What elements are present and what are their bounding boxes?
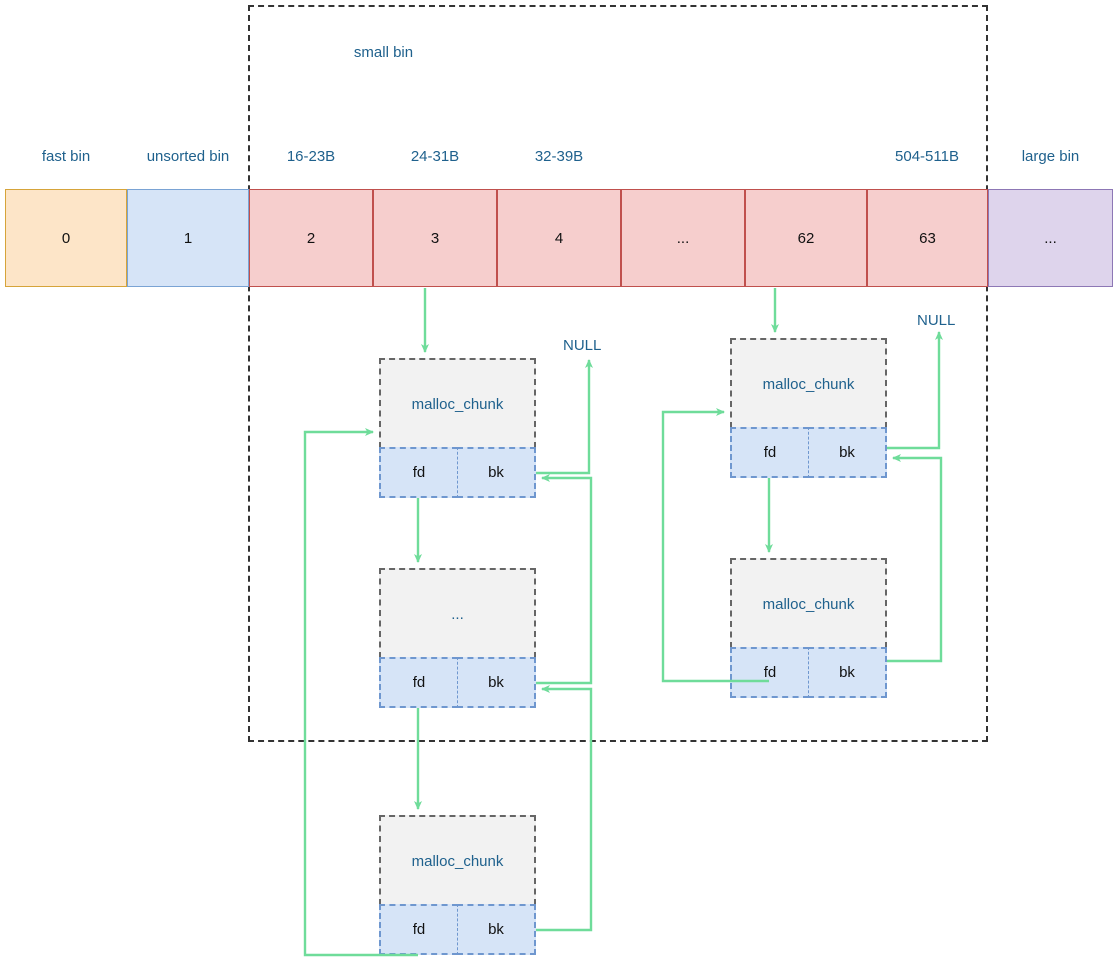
bin-cell-1[interactable]: 1 bbox=[127, 189, 249, 287]
malloc-chunk-right-1-fd[interactable]: fd bbox=[730, 427, 809, 478]
malloc-chunk-left-1[interactable]: malloc_chunk fd bk bbox=[379, 358, 536, 498]
bin-cell-ellipsis-large[interactable]: ... bbox=[988, 189, 1113, 287]
bin-label-unsorted-bin: unsorted bin bbox=[146, 148, 230, 165]
malloc-chunk-left-2-body: ... bbox=[379, 568, 536, 658]
bin-cell-0[interactable]: 0 bbox=[5, 189, 127, 287]
malloc-chunk-left-2-fd[interactable]: fd bbox=[379, 657, 458, 708]
diagram-canvas: small bin fast bin unsorted bin 16-23B 2… bbox=[0, 0, 1118, 972]
bin-cell-ellipsis-small[interactable]: ... bbox=[621, 189, 745, 287]
malloc-chunk-right-2[interactable]: malloc_chunk fd bk bbox=[730, 558, 887, 698]
malloc-chunk-right-1-bk[interactable]: bk bbox=[808, 427, 887, 478]
malloc-chunk-left-1-body: malloc_chunk bbox=[379, 358, 536, 448]
bin-cell-63[interactable]: 63 bbox=[867, 189, 988, 287]
malloc-chunk-left-2-bk[interactable]: bk bbox=[457, 657, 536, 708]
malloc-chunk-left-1-bk[interactable]: bk bbox=[457, 447, 536, 498]
bin-label-24-31b: 24-31B bbox=[410, 148, 460, 165]
malloc-chunk-left-3[interactable]: malloc_chunk fd bk bbox=[379, 815, 536, 955]
null-label-left: NULL bbox=[563, 337, 602, 354]
bin-cell-62[interactable]: 62 bbox=[745, 189, 867, 287]
bin-label-32-39b: 32-39B bbox=[534, 148, 584, 165]
malloc-chunk-left-2[interactable]: ... fd bk bbox=[379, 568, 536, 708]
bin-label-fast-bin: fast bin bbox=[41, 148, 91, 165]
malloc-chunk-right-1-body: malloc_chunk bbox=[730, 338, 887, 428]
malloc-chunk-left-3-body: malloc_chunk bbox=[379, 815, 536, 905]
bin-label-large-bin: large bin bbox=[1021, 148, 1080, 165]
malloc-chunk-right-1[interactable]: malloc_chunk fd bk bbox=[730, 338, 887, 478]
malloc-chunk-right-2-bk[interactable]: bk bbox=[808, 647, 887, 698]
bin-label-504-511b: 504-511B bbox=[895, 148, 959, 165]
malloc-chunk-left-3-fd[interactable]: fd bbox=[379, 904, 458, 955]
malloc-chunk-left-3-bk[interactable]: bk bbox=[457, 904, 536, 955]
bin-label-16-23b: 16-23B bbox=[286, 148, 336, 165]
small-bin-group-title: small bin bbox=[353, 44, 414, 61]
malloc-chunk-right-2-body: malloc_chunk bbox=[730, 558, 887, 648]
bin-cell-3[interactable]: 3 bbox=[373, 189, 497, 287]
bin-cell-4[interactable]: 4 bbox=[497, 189, 621, 287]
bin-cell-2[interactable]: 2 bbox=[249, 189, 373, 287]
null-label-right: NULL bbox=[917, 312, 956, 329]
malloc-chunk-left-1-fd[interactable]: fd bbox=[379, 447, 458, 498]
malloc-chunk-right-2-fd[interactable]: fd bbox=[730, 647, 809, 698]
